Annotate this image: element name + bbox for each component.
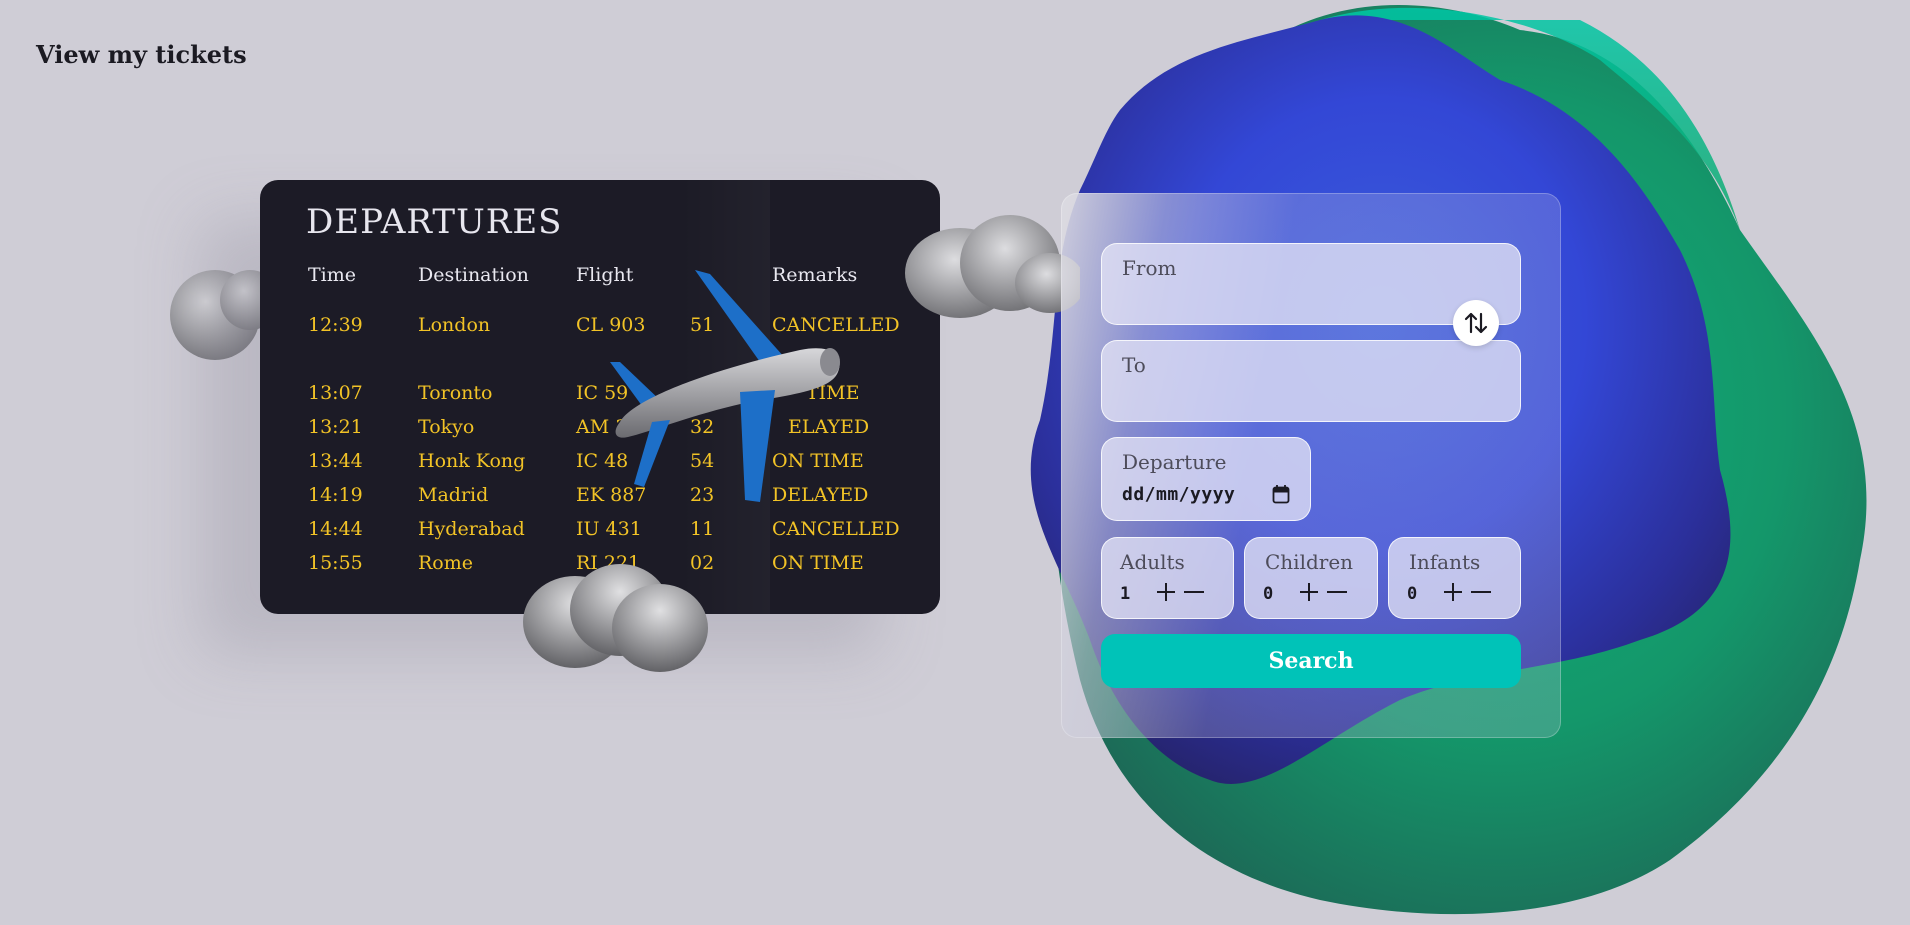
infants-increment-button[interactable] [1441,580,1465,604]
view-my-tickets-link[interactable]: View my tickets [36,40,247,69]
column-header-time: Time [308,264,357,286]
row-time: 13:21 [308,416,363,438]
column-header-destination: Destination [418,264,529,286]
row-time: 14:44 [308,518,363,540]
adults-label: Adults [1120,550,1185,574]
calendar-icon[interactable] [1272,484,1290,504]
children-stepper: Children 0 [1244,537,1378,619]
airplane-icon [610,270,840,502]
row-destination: Toronto [418,382,493,404]
from-label: From [1122,256,1177,280]
children-decrement-button[interactable] [1325,580,1349,604]
row-destination: Hyderabad [418,518,525,540]
row-time: 13:44 [308,450,363,472]
row-destination: London [418,314,491,336]
cloud-icon [523,564,708,672]
minus-icon [1327,591,1347,593]
children-count: 0 [1263,584,1274,604]
adults-stepper: Adults 1 [1101,537,1234,619]
row-gate: 11 [690,518,715,540]
swap-arrows-icon [1464,312,1488,334]
row-destination: Madrid [418,484,489,506]
children-increment-button[interactable] [1297,580,1321,604]
departure-date-field[interactable]: Departure dd/mm/yyyy [1101,437,1311,521]
infants-label: Infants [1409,550,1481,574]
row-time: 15:55 [308,552,363,574]
plus-icon [1444,583,1462,601]
departure-label: Departure [1122,450,1227,474]
infants-stepper: Infants 0 [1388,537,1521,619]
search-button[interactable]: Search [1101,634,1521,688]
departure-date-value: dd/mm/yyyy [1122,484,1236,505]
to-field[interactable]: To [1101,340,1521,422]
adults-increment-button[interactable] [1154,580,1178,604]
row-time: 12:39 [308,314,363,336]
children-label: Children [1265,550,1354,574]
infants-decrement-button[interactable] [1469,580,1493,604]
board-title: DEPARTURES [306,202,563,242]
row-remarks: CANCELLED [772,518,900,540]
row-flight: IU 431 [576,518,642,540]
adults-decrement-button[interactable] [1182,580,1206,604]
row-time: 14:19 [308,484,363,506]
plus-icon [1157,583,1175,601]
row-time: 13:07 [308,382,363,404]
minus-icon [1471,591,1491,593]
adults-count: 1 [1120,584,1131,604]
row-remarks: ON TIME [772,552,864,574]
to-label: To [1122,353,1146,377]
plus-icon [1300,583,1318,601]
cloud-icon [905,215,1080,318]
infants-count: 0 [1407,584,1418,604]
row-destination: Rome [418,552,474,574]
row-destination: Tokyo [418,416,475,438]
swap-destinations-button[interactable] [1453,300,1499,346]
row-destination: Honk Kong [418,450,526,472]
minus-icon [1184,591,1204,593]
